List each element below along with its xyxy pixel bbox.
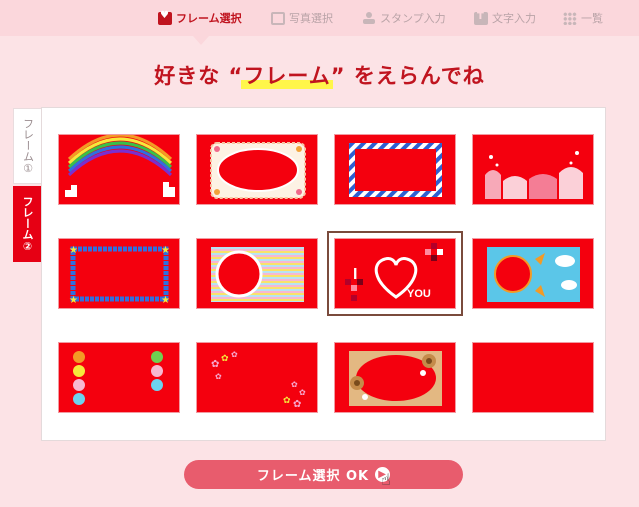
page-title: 好きな “フレーム” をえらんでね xyxy=(0,60,639,90)
tab-frame-2[interactable]: フレーム② xyxy=(13,186,41,262)
nav-photo-select[interactable]: 写真選択 xyxy=(271,0,333,36)
sun-frame-icon xyxy=(487,247,580,302)
nav-label: 文字入力 xyxy=(492,12,536,25)
text-icon xyxy=(474,11,488,25)
frame-thumb-star-border[interactable]: ★ ★ ★ ★ xyxy=(58,238,180,309)
svg-text:✿: ✿ xyxy=(299,388,306,397)
flower-oval-frame-icon xyxy=(349,351,442,406)
nav-label: 写真選択 xyxy=(289,12,333,25)
ok-button-label: フレーム選択 OK xyxy=(256,469,370,484)
hand-pointer-icon: ☝ xyxy=(381,470,391,489)
tab-frame-1[interactable]: フレーム① xyxy=(13,108,41,184)
airmail-frame-icon xyxy=(349,143,442,197)
top-nav: フレーム選択 写真選択 スタンプ入力 文字入力 一覧 xyxy=(0,0,639,36)
frame-thumb-airmail[interactable] xyxy=(334,134,456,205)
rainbow-frame-icon xyxy=(65,135,175,197)
photo-icon xyxy=(271,11,285,25)
frame-thumb-flower-oval[interactable] xyxy=(334,342,456,413)
love-frame-word: YOU xyxy=(407,288,431,300)
plain-frame-icon xyxy=(473,343,594,413)
nav-label: スタンプ入力 xyxy=(380,12,446,25)
frame-thumb-flower-corner[interactable]: ✿ ✿ ✿ ✿ ✿ ✿ ✿ ✿ xyxy=(196,342,318,413)
lace-oval-frame-icon xyxy=(210,142,306,199)
nav-frame-select[interactable]: フレーム選択 xyxy=(158,0,242,36)
nav-list[interactable]: 一覧 xyxy=(563,0,603,36)
title-highlight: フレーム xyxy=(241,60,334,90)
nav-text-input[interactable]: 文字入力 xyxy=(474,0,536,36)
svg-text:★: ★ xyxy=(161,295,170,306)
frame-thumb-hearts[interactable] xyxy=(472,134,594,205)
frame-thumb-balloons[interactable] xyxy=(58,342,180,413)
svg-text:★: ★ xyxy=(69,245,78,256)
svg-text:✿: ✿ xyxy=(221,354,229,364)
frame-thumb-plain[interactable] xyxy=(472,342,594,413)
frame-grid-panel: ★ ★ ★ ★ I YOU ✿ ✿ ✿ ✿ ✿ ✿ ✿ ✿ xyxy=(41,107,606,441)
frame-thumb-striped-circle[interactable] xyxy=(196,238,318,309)
love-frame-letter: I xyxy=(353,266,357,283)
frame-thumb-lace-oval[interactable] xyxy=(196,134,318,205)
nav-active-pointer xyxy=(193,36,209,45)
nav-stamp-input[interactable]: スタンプ入力 xyxy=(362,0,446,36)
frame-select-ok-button[interactable]: フレーム選択 OK ▶ xyxy=(184,460,463,489)
nav-label: フレーム選択 xyxy=(176,12,242,25)
svg-text:✿: ✿ xyxy=(215,372,222,381)
title-prefix: 好きな “ xyxy=(154,64,244,88)
svg-text:✿: ✿ xyxy=(291,380,298,389)
frame-thumb-sun[interactable] xyxy=(472,238,594,309)
title-suffix: ” をえらんでね xyxy=(330,64,485,88)
frame-thumb-rainbow[interactable] xyxy=(58,134,180,205)
grid-icon xyxy=(563,11,577,25)
balloons-frame-icon xyxy=(73,351,163,405)
frame-thumb-i-love-you[interactable]: I YOU xyxy=(327,231,463,316)
svg-text:★: ★ xyxy=(161,245,170,256)
svg-text:★: ★ xyxy=(69,295,78,306)
svg-text:✿: ✿ xyxy=(231,350,238,359)
nav-label: 一覧 xyxy=(581,12,603,25)
flower-corner-frame-icon: ✿ ✿ ✿ ✿ ✿ ✿ ✿ ✿ xyxy=(211,350,306,410)
svg-text:✿: ✿ xyxy=(211,359,219,370)
svg-text:✿: ✿ xyxy=(293,399,301,410)
star-border-frame-icon: ★ ★ ★ ★ xyxy=(69,245,170,306)
striped-circle-frame-icon xyxy=(211,247,304,302)
hearts-frame-icon xyxy=(485,151,583,199)
heart-icon xyxy=(158,10,172,25)
svg-text:✿: ✿ xyxy=(283,396,291,406)
stamp-icon xyxy=(362,11,376,25)
i-love-you-frame-icon: I YOU xyxy=(345,243,443,301)
